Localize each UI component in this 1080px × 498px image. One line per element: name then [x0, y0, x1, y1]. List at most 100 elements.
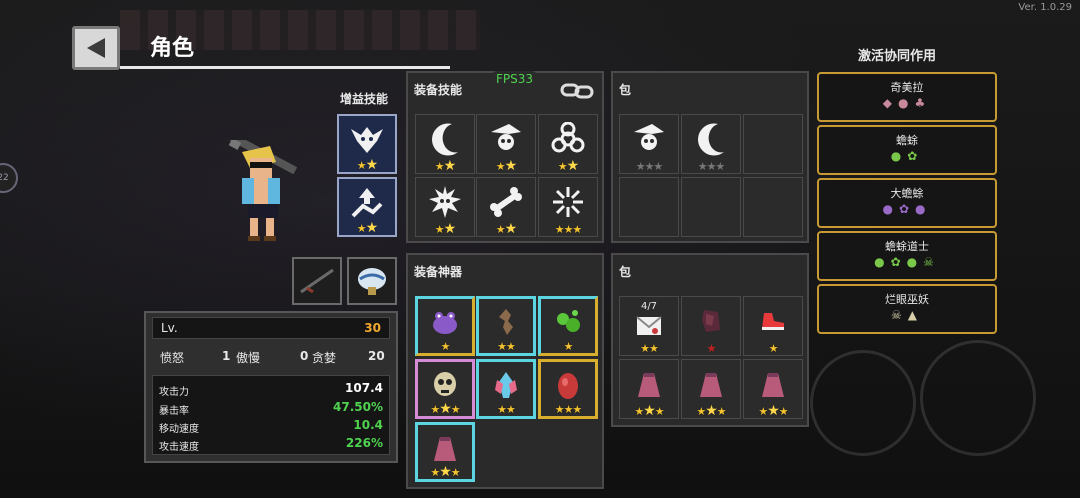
- crescent-slash-icon: [432, 123, 458, 156]
- dark-gauntlet-icon: [702, 310, 720, 333]
- artifact-slot[interactable]: ★: [415, 296, 475, 356]
- bag-skill-slot-empty[interactable]: [619, 177, 679, 237]
- buff-skill-slot[interactable]: ★★: [337, 114, 397, 174]
- equipped-skills-panel: 装备技能 FPS33 ★★ ★★ ★★ ★★ ★★ ★★★: [406, 71, 604, 243]
- star-rating: ★★: [434, 158, 456, 174]
- bag-skill-slot-empty[interactable]: [743, 177, 803, 237]
- synergy-card[interactable]: 蟾蜍道士 ●✿●☠: [817, 231, 997, 281]
- buff-skill-slot[interactable]: ★★: [337, 177, 397, 237]
- player-character: [220, 129, 310, 249]
- version-label: Ver. 1.0.29: [1018, 2, 1072, 13]
- green-slime-icon: [557, 309, 580, 332]
- bag-skill-slot-empty[interactable]: [743, 114, 803, 174]
- star-rating: ★★★: [430, 401, 460, 417]
- charge-arrow-icon: [351, 187, 383, 217]
- bag-item-slot[interactable]: ★★★: [743, 359, 803, 419]
- level-value: 30: [364, 321, 381, 335]
- synergy-title: 激活协同作用: [858, 49, 937, 64]
- synergy-icons: ●✿: [890, 149, 924, 163]
- artifact-slot[interactable]: ★★: [476, 296, 536, 356]
- bag-skill-slot[interactable]: ★★★: [681, 114, 741, 174]
- synergy-name: 大蟾蜍: [890, 187, 924, 200]
- bag-item-slot[interactable]: ★: [743, 296, 803, 356]
- equipped-artifacts-panel: 装备神器 ★ ★★ ★ ★★★ ★★ ★★★ ★★★: [406, 253, 604, 489]
- bag-item-slot[interactable]: 4/7 ★★: [619, 296, 679, 356]
- star-rating: ★★: [434, 221, 456, 237]
- bag-item-slot[interactable]: ★★★: [619, 359, 679, 419]
- synergy-card[interactable]: 奇美拉 ◆●♣: [817, 72, 997, 122]
- pink-cloak-icon: [638, 373, 660, 398]
- synergy-card[interactable]: 大蟾蜍 ●✿●: [817, 178, 997, 228]
- link-chain-icon[interactable]: [560, 81, 596, 101]
- attack-button-ghost: [920, 340, 1036, 456]
- synergy-icons: ●✿●: [882, 202, 932, 216]
- equipped-skills-title: 装备技能: [414, 83, 463, 97]
- buff-skills-label: 增益技能: [340, 92, 389, 106]
- purple-frog-icon: [433, 311, 457, 334]
- biohazard-icon: [551, 122, 585, 153]
- synergy-name: 蟾蜍道士: [885, 240, 929, 253]
- stat-label: 移动速度: [159, 424, 199, 435]
- skill-slot[interactable]: ★★: [415, 177, 475, 237]
- synergy-icons: ☠▲: [891, 308, 923, 322]
- spark-burst-icon: [553, 187, 583, 218]
- back-button[interactable]: [72, 26, 120, 70]
- synergy-card[interactable]: 烂眼巫妖 ☠▲: [817, 284, 997, 334]
- skill-slot[interactable]: ★★: [538, 114, 598, 174]
- level-label: Lv.: [161, 321, 178, 335]
- trait-greed-value: 20: [368, 349, 385, 363]
- skull-mask-icon: [434, 371, 456, 396]
- crescent-slash-icon: [698, 123, 724, 156]
- red-sneaker-icon: [762, 313, 784, 331]
- synergy-card[interactable]: 蟾蜍 ●✿: [817, 125, 997, 175]
- bag-items-panel: 包 4/7 ★★ ★ ★ ★★★ ★★★ ★★★: [611, 253, 809, 427]
- skill-slot[interactable]: ★★★: [538, 177, 598, 237]
- pink-cloak-icon: [700, 373, 722, 398]
- trait-pride-label: 傲慢: [236, 351, 261, 365]
- artifact-slot[interactable]: ★: [538, 296, 598, 356]
- synergy-name: 奇美拉: [890, 81, 924, 94]
- artifact-slot[interactable]: ★★: [476, 359, 536, 419]
- star-rating: ★★: [557, 158, 579, 174]
- weapon-slot[interactable]: [292, 257, 342, 305]
- stat-list: 攻击力 107.4 暴击率 47.50% 移动速度 10.4 攻击速度 226%: [152, 375, 390, 455]
- star-rating: ★★★: [634, 403, 664, 419]
- skill-slot[interactable]: ★★: [476, 177, 536, 237]
- title-underline: [120, 66, 450, 69]
- artifact-slot[interactable]: ★★★: [538, 359, 598, 419]
- star-rating: ★★: [495, 221, 517, 237]
- synergy-icons: ●✿●☠: [874, 255, 940, 269]
- synergy-name: 蟾蜍: [896, 134, 918, 147]
- pet-egg-icon: [358, 268, 386, 295]
- star-rating: ★★★: [697, 160, 726, 173]
- bag-item-slot[interactable]: ★★★: [681, 359, 741, 419]
- skill-slot[interactable]: ★★: [415, 114, 475, 174]
- stat-value: 107.4: [345, 381, 383, 395]
- synergy-icons: ◆●♣: [882, 96, 932, 110]
- bag-skill-slot[interactable]: ★★★: [619, 114, 679, 174]
- star-rating: ★★: [497, 403, 516, 416]
- artifact-slot[interactable]: ★★★: [415, 422, 475, 482]
- star-rating: ★★★: [554, 223, 583, 236]
- star-rating: ★★★: [430, 464, 460, 480]
- star-rating: ★★: [640, 342, 659, 355]
- trait-anger-label: 愤怒: [160, 351, 185, 365]
- stat-value: 47.50%: [333, 400, 383, 414]
- skull-burst-icon: [429, 186, 461, 219]
- star-rating: ★★: [497, 340, 516, 353]
- rifle-icon: [300, 268, 334, 294]
- artifact-slot[interactable]: ★★★: [415, 359, 475, 419]
- stat-row: 移动速度 10.4: [159, 417, 383, 435]
- star-rating: ★: [768, 342, 779, 355]
- pink-cloak-icon: [762, 373, 784, 398]
- bag-skills-panel: 包 ★★★ ★★★: [611, 71, 809, 243]
- bag-skill-slot-empty[interactable]: [681, 177, 741, 237]
- pet-slot[interactable]: [347, 257, 397, 305]
- star-rating: ★: [706, 342, 717, 355]
- bronze-lizard-icon: [499, 308, 513, 335]
- bag-item-slot[interactable]: ★: [681, 296, 741, 356]
- skill-slot[interactable]: ★★: [476, 114, 536, 174]
- witch-skull-icon: [491, 124, 521, 151]
- trait-anger-value: 1: [222, 349, 231, 363]
- fps-counter: FPS33: [490, 71, 540, 87]
